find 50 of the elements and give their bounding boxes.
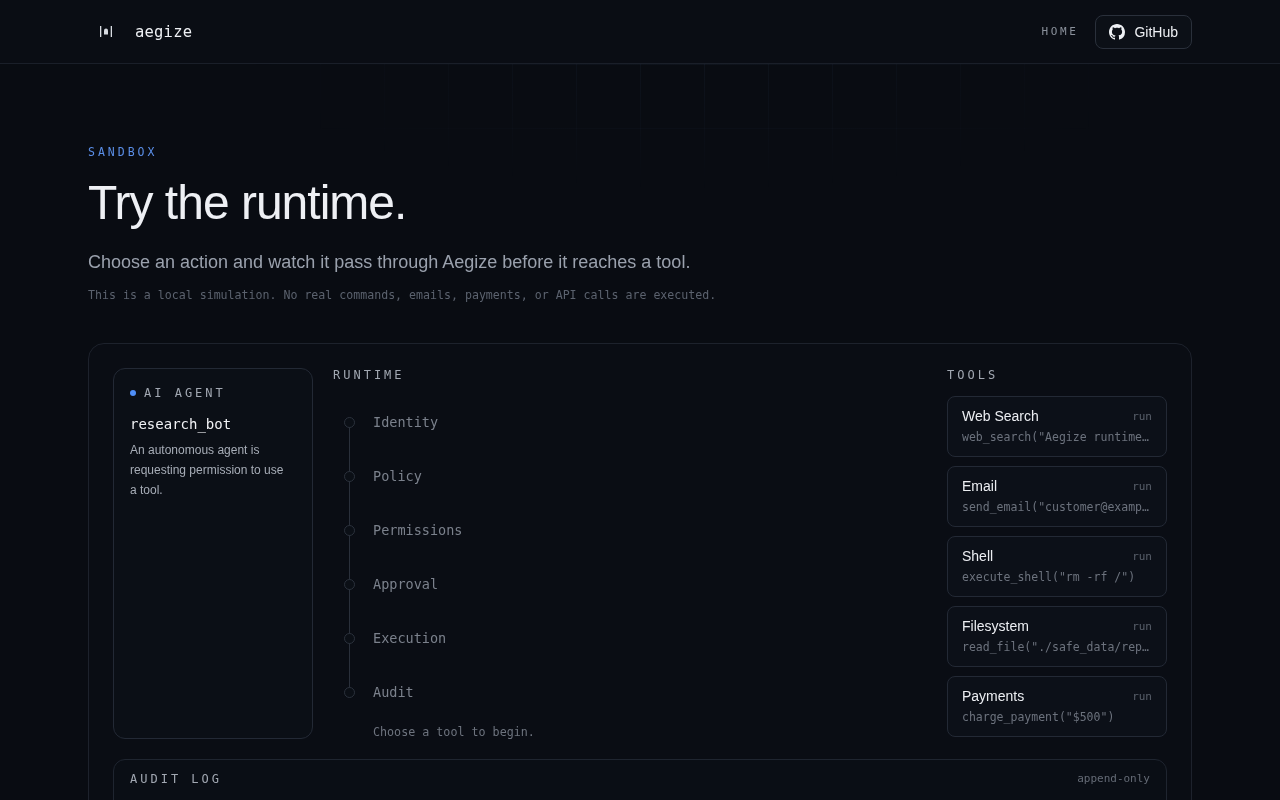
github-button[interactable]: GitHub [1095, 14, 1192, 49]
timeline-node-icon [343, 524, 355, 536]
runtime-hint: Choose a tool to begin. [373, 725, 536, 739]
agent-label: AI AGENT [144, 386, 226, 400]
tool-name: Filesystem [962, 618, 1029, 634]
status-dot-icon [130, 390, 136, 396]
runtime-step-label: Execution [373, 630, 447, 646]
audit-log-title: AUDIT LOG [130, 771, 223, 787]
agent-name: research_bot [130, 415, 233, 434]
runtime-step-label: Audit [373, 684, 414, 700]
tool-card[interactable]: Payments run charge_payment("$500") [947, 676, 1167, 737]
github-icon [1109, 23, 1126, 40]
tool-name: Payments [962, 688, 1025, 704]
run-label: run [1132, 549, 1152, 563]
simulation-note: This is a local simulation. No real commands, emails, payments, or API calls are executed. [88, 287, 717, 303]
tool-card[interactable]: Email run send_email("customer@examp… [947, 466, 1167, 527]
tool-call: execute_shell("rm -rf /") [962, 569, 1137, 585]
timeline-node-icon [343, 578, 355, 590]
home-link[interactable]: HOME [1041, 25, 1079, 38]
tool-card[interactable]: Web Search run web_search("Aegize runtime… [947, 396, 1167, 457]
tools-label: TOOLS [947, 368, 1000, 382]
tool-call: charge_payment("$500") [962, 709, 1116, 725]
runtime-step-label: Identity [373, 414, 439, 430]
runtime-step-label: Policy [373, 468, 422, 484]
section-eyebrow: SANDBOX [88, 145, 158, 159]
page-title: Try the runtime. [88, 175, 407, 231]
run-label: run [1132, 689, 1152, 703]
logo-icon [100, 26, 112, 37]
runtime-step-label: Permissions [373, 522, 463, 538]
tool-name: Web Search [962, 408, 1039, 424]
run-label: run [1132, 479, 1152, 493]
runtime-step-label: Approval [373, 576, 439, 592]
timeline-node-icon [343, 470, 355, 482]
tool-name: Email [962, 478, 997, 494]
run-label: run [1132, 409, 1152, 423]
append-only-label: append-only [1077, 771, 1150, 787]
agent-description: An autonomous agent is requesting permission to use a tool. [130, 442, 285, 499]
run-label: run [1132, 619, 1152, 633]
runtime-label: RUNTIME [333, 368, 406, 382]
page-subtitle: Choose an action and watch it pass through Aegize before it reaches a tool. [88, 251, 691, 274]
tool-call: read_file("./safe_data/rep… [962, 639, 1150, 655]
tool-card[interactable]: Filesystem run read_file("./safe_data/rep… [947, 606, 1167, 667]
timeline-node-icon [343, 686, 355, 698]
timeline-node-icon [343, 632, 355, 644]
tool-call: web_search("Aegize runtime… [962, 429, 1150, 445]
tool-call: send_email("customer@examp… [962, 499, 1150, 515]
tool-name: Shell [962, 548, 994, 564]
logo-text[interactable]: aegize [135, 22, 193, 41]
timeline-node-icon [343, 416, 355, 428]
tool-card[interactable]: Shell run execute_shell("rm -rf /") [947, 536, 1167, 597]
